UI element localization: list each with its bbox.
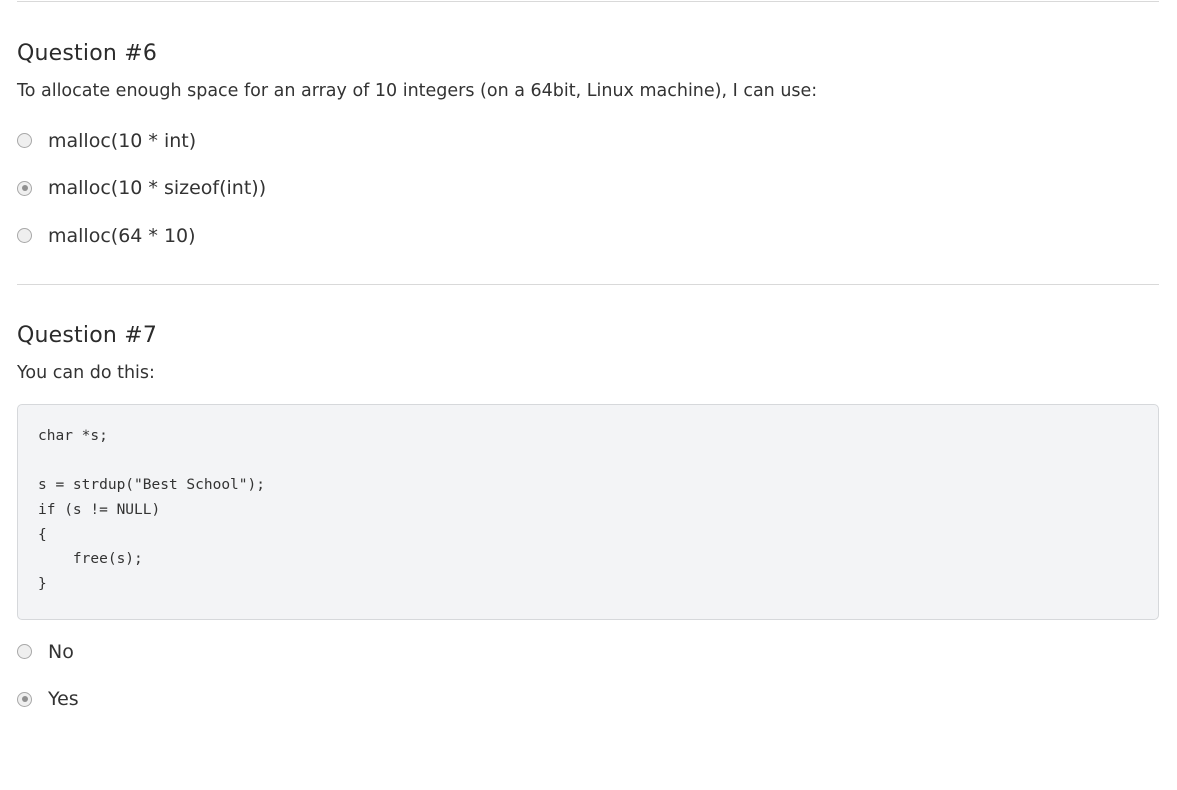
question-6-title: Question #6 xyxy=(17,41,158,66)
q7-option-no-radio[interactable] xyxy=(17,644,32,660)
q6-option-2-radio[interactable] xyxy=(17,180,32,196)
q7-option-no[interactable]: No xyxy=(17,628,1159,676)
question-6: Question #6 To allocate enough space for… xyxy=(17,2,1159,260)
q6-option-2[interactable]: malloc(10 * sizeof(int)) xyxy=(17,165,1159,213)
quiz-container: Question #6 To allocate enough space for… xyxy=(17,0,1159,723)
code-line: { xyxy=(38,526,47,543)
code-line: free(s); xyxy=(38,551,143,568)
q6-option-3-radio[interactable] xyxy=(17,228,32,244)
q6-option-1-label[interactable]: malloc(10 * int) xyxy=(48,129,196,153)
question-7-options: No Yes xyxy=(17,628,1159,723)
question-7-text: You can do this: xyxy=(17,362,155,383)
code-line: s = strdup("Best School"); xyxy=(38,477,265,494)
question-6-text: To allocate enough space for an array of… xyxy=(17,81,818,101)
q6-option-1[interactable]: malloc(10 * int) xyxy=(17,117,1159,165)
code-line: if (s != NULL) xyxy=(38,501,161,518)
q7-option-no-label[interactable]: No xyxy=(48,640,74,664)
question-7-title: Question #7 xyxy=(17,322,158,348)
q6-option-3-label[interactable]: malloc(64 * 10) xyxy=(48,224,196,248)
question-6-options: malloc(10 * int) malloc(10 * sizeof(int)… xyxy=(17,117,1159,260)
question-7: Question #7 You can do this: char *s; s … xyxy=(17,285,1159,724)
q6-option-3[interactable]: malloc(64 * 10) xyxy=(17,212,1159,260)
q7-option-yes[interactable]: Yes xyxy=(17,676,1159,724)
code-block: char *s; s = strdup("Best School"); if (… xyxy=(17,403,1159,621)
code-line: } xyxy=(38,576,47,593)
q7-option-yes-label[interactable]: Yes xyxy=(48,687,79,711)
q6-option-2-label[interactable]: malloc(10 * sizeof(int)) xyxy=(48,176,266,200)
q6-option-1-radio[interactable] xyxy=(17,133,32,149)
code-line: char *s; xyxy=(38,427,108,444)
q7-option-yes-radio[interactable] xyxy=(17,691,32,707)
